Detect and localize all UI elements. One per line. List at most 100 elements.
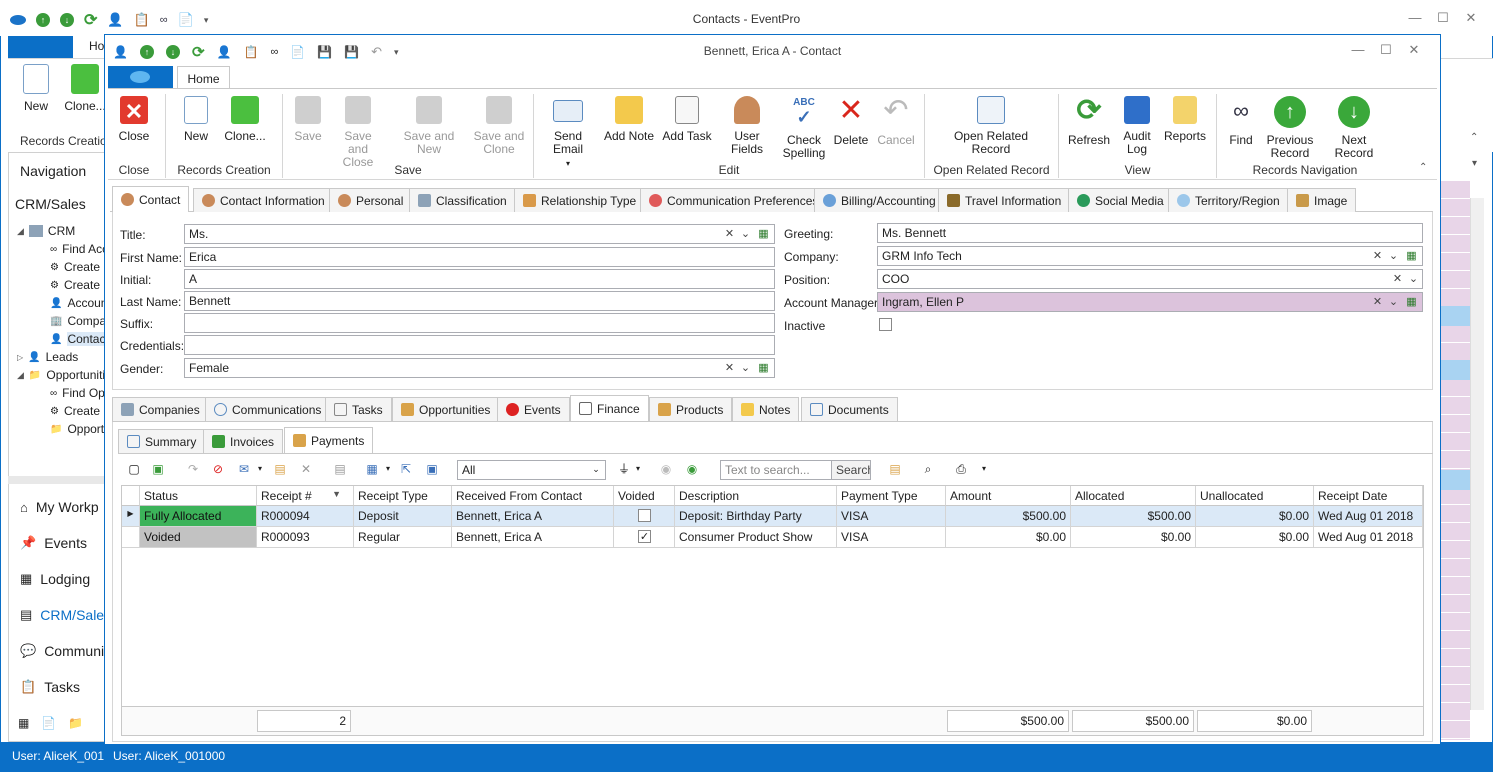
outer-clone-button[interactable]: Clone... — [62, 64, 108, 113]
outer-new-button[interactable]: New — [18, 64, 54, 113]
col-receipt-type[interactable]: Receipt Type — [354, 486, 452, 506]
tree-item-opportunities[interactable]: ◢ 📁 Opportuniti — [17, 368, 105, 382]
suffix-field[interactable] — [184, 313, 775, 333]
voided-cell[interactable]: ✓ — [614, 527, 675, 548]
tab-image[interactable]: Image — [1287, 188, 1357, 212]
manager-dropdown-icon[interactable]: ⌄ — [1385, 293, 1402, 311]
allocated-cell[interactable]: $500.00 — [1071, 506, 1196, 527]
print-dropdown-icon[interactable]: ▾ — [976, 461, 992, 477]
voided-checkbox-checked[interactable]: ✓ — [638, 530, 651, 543]
status-cell[interactable]: Fully Allocated — [140, 506, 257, 527]
cancel-button[interactable]: ↶ Cancel — [876, 96, 916, 147]
up-circle-icon[interactable]: ◉ — [658, 461, 674, 477]
col-status[interactable]: Status — [140, 486, 257, 506]
audit-log-button[interactable]: Audit Log — [1118, 96, 1156, 156]
send-email-button[interactable]: Send Email ▾ — [540, 96, 596, 170]
nav-tasks[interactable]: 📋 Tasks — [20, 679, 80, 695]
tree-item-leads[interactable]: ▷ 👤 Leads — [17, 350, 78, 364]
date-cell[interactable]: Wed Aug 01 2018 — [1314, 506, 1423, 527]
col-allocated[interactable]: Allocated — [1071, 486, 1196, 506]
outer-right-scrollbar[interactable] — [1470, 198, 1484, 710]
tab-personal[interactable]: Personal — [329, 188, 413, 212]
delete-button[interactable]: ✕ Delete — [831, 96, 871, 147]
tree-item-contacts[interactable]: 👤 Contact — [50, 332, 109, 346]
contact-file-tab[interactable] — [108, 66, 173, 88]
open-icon[interactable]: ▣ — [424, 461, 440, 477]
search-input[interactable]: Text to search... — [720, 460, 832, 480]
tab-opportunities[interactable]: Opportunities — [392, 397, 500, 421]
nav-lodging[interactable]: ▦ Lodging — [20, 571, 90, 587]
check-spelling-button[interactable]: ABC ✓ Check Spelling — [782, 96, 826, 160]
tree-item-accounts[interactable]: 👤 Accoun — [50, 296, 107, 310]
tab-notes[interactable]: Notes — [732, 397, 800, 421]
subtab-summary[interactable]: Summary — [118, 429, 206, 453]
contact-minimize-button[interactable]: — — [1344, 42, 1372, 57]
email-dropdown-icon[interactable]: ▾ — [252, 461, 268, 477]
note-icon[interactable]: ▤ — [272, 461, 288, 477]
credentials-field[interactable] — [184, 335, 775, 355]
tab-classification[interactable]: Classification — [409, 188, 516, 212]
nav-splitter[interactable] — [8, 476, 108, 484]
unallocated-cell[interactable]: $0.00 — [1196, 506, 1314, 527]
new-button[interactable]: New — [178, 96, 214, 143]
allocated-cell[interactable]: $0.00 — [1071, 527, 1196, 548]
void-icon[interactable]: ⊘ — [210, 461, 226, 477]
manager-lookup-icon[interactable]: ▦ — [1403, 293, 1420, 311]
save-button[interactable]: Save — [289, 96, 327, 143]
tab-communication-preferences[interactable]: Communication Preferences — [640, 188, 828, 212]
voided-cell[interactable] — [614, 506, 675, 527]
outer-file-tab[interactable] — [8, 36, 73, 58]
save-and-new-button[interactable]: Save and New — [392, 96, 466, 156]
add-task-button[interactable]: Add Task — [662, 96, 712, 143]
initial-field[interactable]: A — [184, 269, 775, 289]
tab-products[interactable]: Products — [649, 397, 733, 421]
previous-record-button[interactable]: ↑ Previous Record — [1264, 96, 1316, 160]
outer-right-dropdown-icon[interactable]: ▾ — [1472, 158, 1477, 169]
tab-territory-region[interactable]: Territory/Region — [1168, 188, 1289, 212]
type-cell[interactable]: Deposit — [354, 506, 452, 527]
add-note-button[interactable]: Add Note — [603, 96, 655, 143]
col-payment-type[interactable]: Payment Type — [837, 486, 946, 506]
manager-clear-icon[interactable]: ✕ — [1369, 293, 1386, 311]
tree-item-find-opportunity[interactable]: ∞ Find Op — [50, 386, 105, 400]
tree-item-crm[interactable]: ◢ CRM — [17, 224, 75, 238]
date-cell[interactable]: Wed Aug 01 2018 — [1314, 527, 1423, 548]
print-setup-icon[interactable]: ⎙ — [953, 461, 969, 477]
tab-finance[interactable]: Finance — [570, 395, 649, 421]
position-field[interactable]: COO — [877, 269, 1423, 289]
tab-contact[interactable]: Contact — [112, 186, 190, 212]
contact-tab-home[interactable]: Home — [177, 66, 230, 89]
tab-travel-information[interactable]: Travel Information — [938, 188, 1071, 212]
unallocated-cell[interactable]: $0.00 — [1196, 527, 1314, 548]
tab-contact-information[interactable]: Contact Information — [193, 188, 334, 212]
tab-communications[interactable]: Communications — [205, 397, 331, 421]
position-clear-icon[interactable]: ✕ — [1389, 270, 1406, 288]
tree-item-companies[interactable]: 🏢 Compar — [50, 314, 110, 328]
save-and-clone-button[interactable]: Save and Clone — [473, 96, 525, 156]
company-dropdown-icon[interactable]: ⌄ — [1385, 247, 1402, 265]
save-and-close-button[interactable]: Save and Close — [333, 96, 383, 169]
preview-icon[interactable]: ⌕ — [920, 461, 936, 477]
open-related-record-button[interactable]: Open Related Record — [950, 96, 1032, 156]
grid-icon[interactable]: ▦ — [364, 461, 380, 477]
close-window-button[interactable]: ✕ — [1457, 10, 1485, 26]
contact-cell[interactable]: Bennett, Erica A — [452, 527, 614, 548]
title-dropdown-icon[interactable]: ⌄ — [737, 225, 754, 243]
subtab-invoices[interactable]: Invoices — [203, 429, 284, 453]
gender-clear-icon[interactable]: ✕ — [721, 359, 738, 377]
reports-button[interactable]: Reports — [1162, 96, 1208, 143]
status-cell[interactable]: Voided — [140, 527, 257, 548]
filter-select[interactable]: All — [457, 460, 606, 480]
tree-item-find-account[interactable]: ∞ Find Acc — [50, 242, 108, 256]
company-field[interactable]: GRM Info Tech — [877, 246, 1423, 266]
minimize-button[interactable]: — — [1401, 10, 1429, 25]
title-clear-icon[interactable]: ✕ — [721, 225, 738, 243]
delete-icon[interactable]: ✕ — [298, 461, 314, 477]
tree-item-opportunity[interactable]: 📁 Opport — [50, 422, 104, 436]
tree-item-create-1[interactable]: ⚙ Create — [50, 260, 100, 274]
gender-field[interactable]: Female — [184, 358, 775, 378]
title-field[interactable]: Ms. — [184, 224, 775, 244]
inactive-checkbox[interactable] — [879, 318, 892, 331]
subtab-payments[interactable]: Payments — [284, 427, 374, 453]
next-record-button[interactable]: ↓ Next Record — [1322, 96, 1386, 160]
